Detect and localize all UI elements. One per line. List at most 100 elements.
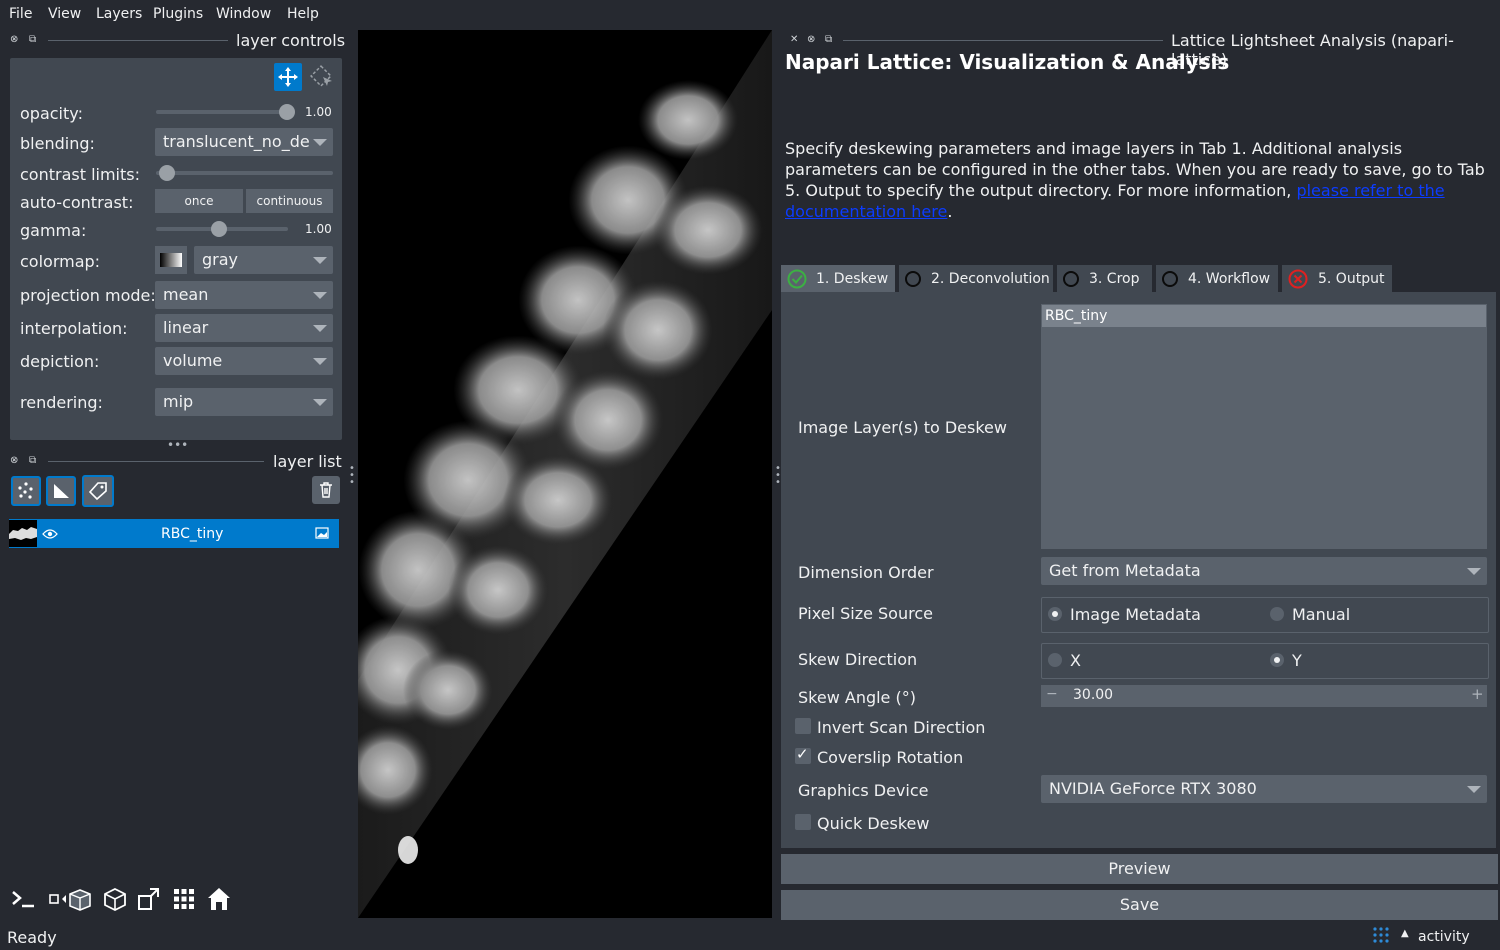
terminal-icon: [12, 891, 34, 908]
grid-view-button[interactable]: [169, 884, 199, 914]
visibility-dock-icon[interactable]: ⊗: [807, 34, 815, 45]
list-item[interactable]: RBC_tiny: [1042, 305, 1486, 327]
description-end: .: [947, 202, 953, 221]
radio-manual[interactable]: [1270, 607, 1284, 621]
auto-contrast-continuous-button[interactable]: continuous: [246, 189, 333, 213]
skew-direction-group: X Y: [1041, 643, 1489, 679]
preview-button[interactable]: Preview: [781, 854, 1498, 884]
auto-contrast-label: auto-contrast:: [20, 193, 134, 212]
save-button[interactable]: Save: [781, 890, 1498, 920]
opacity-slider[interactable]: [156, 110, 288, 114]
float-dock-icon[interactable]: ⧉: [825, 34, 832, 45]
depiction-dropdown[interactable]: volume: [155, 347, 333, 375]
depiction-value: volume: [163, 351, 223, 370]
delete-layer-button[interactable]: [312, 476, 340, 504]
menu-window[interactable]: Window: [216, 6, 271, 22]
shapes-icon: [54, 484, 69, 498]
pan-zoom-button[interactable]: [274, 63, 302, 91]
new-shapes-layer-button[interactable]: [46, 476, 76, 506]
opacity-slider-handle[interactable]: [279, 104, 295, 120]
menu-help[interactable]: Help: [287, 6, 319, 22]
close-dock-icon[interactable]: ✕: [790, 34, 798, 45]
empty-circle-icon: [905, 270, 921, 287]
skew-angle-value: 30.00: [1073, 687, 1114, 703]
blending-label: blending:: [20, 134, 95, 153]
layer-thumbnail: [9, 520, 37, 547]
dimension-order-dropdown[interactable]: Get from Metadata: [1041, 557, 1487, 585]
radio-manual-label: Manual: [1292, 605, 1351, 624]
radio-y[interactable]: [1270, 653, 1284, 667]
graphics-device-label: Graphics Device: [798, 781, 929, 800]
rendering-dropdown[interactable]: mip: [155, 388, 333, 416]
activity-dots-icon[interactable]: [1372, 926, 1390, 944]
contrast-limits-handle[interactable]: [159, 165, 175, 181]
tab-output[interactable]: 5. Output: [1282, 265, 1392, 292]
new-labels-layer-button[interactable]: [82, 475, 114, 507]
transform-icon: [310, 65, 332, 87]
radio-x[interactable]: [1048, 653, 1062, 667]
activity-label[interactable]: activity: [1418, 929, 1470, 945]
status-text: Ready: [7, 928, 57, 947]
console-button[interactable]: [8, 884, 38, 914]
ndisplay-button[interactable]: [48, 884, 92, 914]
tab-deskew[interactable]: 1. Deskew: [781, 265, 895, 292]
radio-image-metadata[interactable]: [1048, 607, 1062, 621]
move-icon: [278, 67, 298, 87]
interpolation-value: linear: [163, 318, 209, 337]
colormap-label: colormap:: [20, 252, 101, 271]
colormap-dropdown[interactable]: gray: [194, 246, 333, 274]
image-layers-list[interactable]: RBC_tiny: [1041, 304, 1487, 549]
dock-divider: [843, 40, 1163, 41]
rendering-label: rendering:: [20, 393, 103, 412]
chevron-down-icon: [1467, 568, 1481, 575]
gamma-slider-handle[interactable]: [211, 221, 227, 237]
transform-button[interactable]: [308, 63, 336, 91]
tab-crop-label: 3. Crop: [1089, 270, 1140, 287]
points-icon: [18, 482, 33, 499]
menu-view[interactable]: View: [48, 6, 81, 22]
float-dock-icon[interactable]: ⧉: [29, 34, 36, 45]
layer-item-rbc-tiny[interactable]: RBC_tiny: [9, 519, 339, 548]
projection-mode-dropdown[interactable]: mean: [155, 281, 333, 309]
transpose-button[interactable]: [134, 884, 164, 914]
roll-dims-button[interactable]: [100, 884, 130, 914]
menu-layers[interactable]: Layers: [96, 6, 142, 22]
dock-divider: [48, 40, 228, 41]
rendering-value: mip: [163, 392, 194, 411]
cube-icon: [104, 887, 126, 912]
projection-mode-label: projection mode:: [20, 286, 156, 305]
menu-file[interactable]: File: [9, 6, 32, 22]
graphics-device-dropdown[interactable]: NVIDIA GeForce RTX 3080: [1041, 775, 1487, 803]
splitter-handle[interactable]: •••: [167, 438, 188, 452]
close-dock-icon[interactable]: ⊗: [10, 34, 18, 45]
new-points-layer-button[interactable]: [11, 476, 41, 506]
close-dock-icon[interactable]: ⊗: [10, 455, 18, 466]
left-splitter-handle[interactable]: • • •: [349, 464, 355, 488]
layer-thumbnail-image: [9, 527, 37, 540]
chevron-down-icon: [313, 325, 327, 332]
auto-contrast-once-button[interactable]: once: [155, 189, 243, 213]
skew-angle-spinbox[interactable]: − 30.00 +: [1041, 685, 1487, 707]
tab-deconvolution[interactable]: 2. Deconvolution: [899, 265, 1053, 292]
reset-view-button[interactable]: [204, 884, 234, 914]
toggle-2d-3d-icon: [49, 889, 91, 911]
decrement-icon[interactable]: −: [1046, 686, 1058, 702]
coverslip-rotation-checkbox[interactable]: [795, 745, 811, 764]
blending-dropdown[interactable]: translucent_no_de: [155, 128, 333, 156]
interpolation-dropdown[interactable]: linear: [155, 314, 333, 342]
increment-icon[interactable]: +: [1471, 685, 1484, 703]
viewer-canvas[interactable]: [358, 30, 772, 918]
plugin-description: Specify deskewing parameters and image l…: [785, 138, 1490, 222]
opacity-value: 1.00: [305, 105, 332, 119]
contrast-limits-slider[interactable]: [156, 171, 333, 175]
tab-workflow-label: 4. Workflow: [1188, 270, 1271, 287]
radio-image-metadata-label: Image Metadata: [1070, 605, 1201, 624]
invert-scan-checkbox[interactable]: [795, 718, 811, 734]
tab-crop[interactable]: 3. Crop: [1057, 265, 1152, 292]
tab-workflow[interactable]: 4. Workflow: [1156, 265, 1278, 292]
float-dock-icon[interactable]: ⧉: [29, 455, 36, 466]
caret-up-icon[interactable]: ▲: [1401, 928, 1409, 939]
menu-plugins[interactable]: Plugins: [153, 6, 203, 22]
visibility-toggle[interactable]: [39, 523, 61, 545]
quick-deskew-checkbox[interactable]: [795, 814, 811, 830]
